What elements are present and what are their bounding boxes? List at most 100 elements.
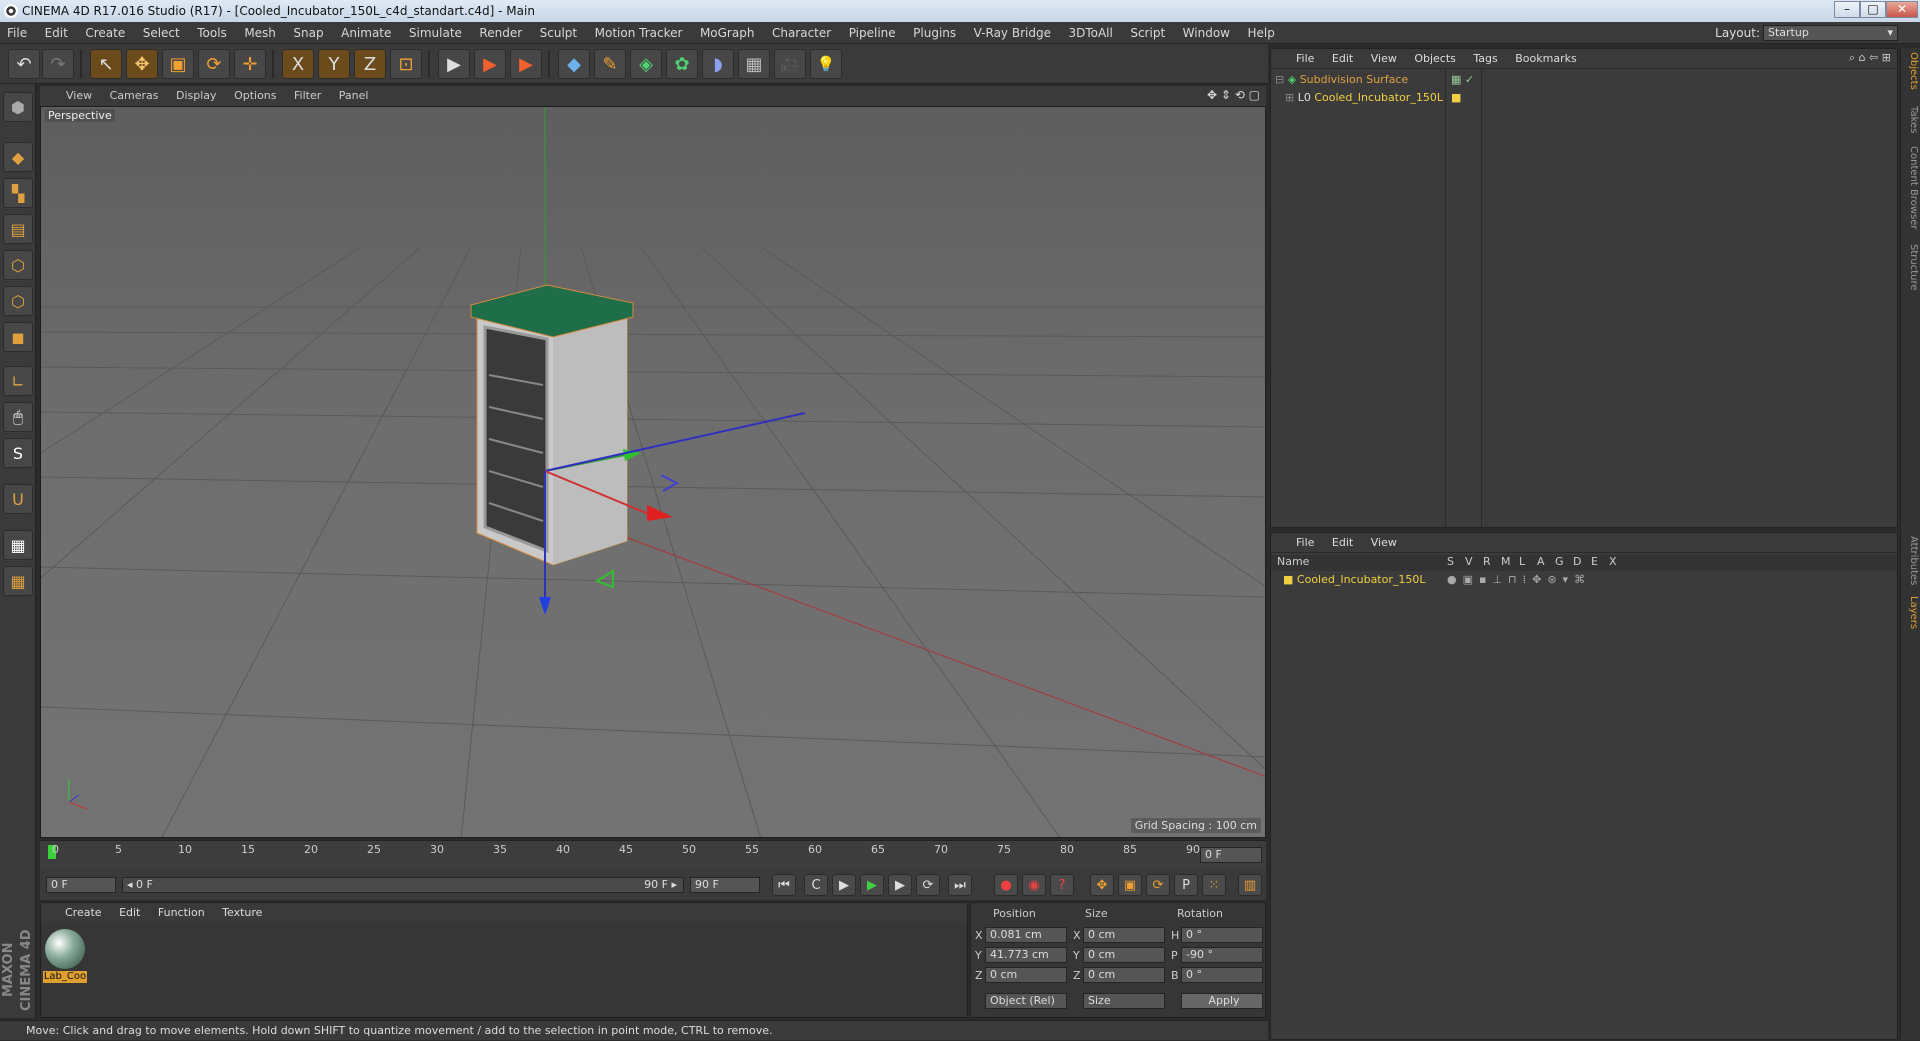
layer-col-v[interactable]: V (1465, 555, 1473, 568)
tweak-mode-icon[interactable]: 🖱 (3, 402, 33, 432)
light-button[interactable]: 💡 (810, 49, 842, 79)
menu-plugins[interactable]: Plugins (906, 22, 963, 44)
rotation-h-field[interactable]: 0 ° (1181, 927, 1263, 943)
x-axis-lock-button[interactable]: X (282, 49, 314, 79)
menu-help[interactable]: Help (1240, 22, 1281, 44)
record-active-objects-icon[interactable]: ● (994, 874, 1018, 896)
keyframe-selection-icon[interactable]: ? (1050, 874, 1074, 896)
layer-row[interactable]: ■ Cooled_Incubator_150L ●▣▪⊥⊓⁞✥⊛▾⌘ (1283, 573, 1893, 589)
layer-col-x[interactable]: X (1609, 555, 1617, 568)
viewport-navigation-icons[interactable]: ✥ ⇕ ⟲ ▢ (1207, 88, 1260, 102)
material-swatch[interactable]: Lab_Coo (43, 927, 87, 983)
object-row[interactable]: ⊞ L0 Cooled_Incubator_150L ■ (1285, 91, 1885, 107)
menu-script[interactable]: Script (1123, 22, 1172, 44)
cube-primitive-button[interactable]: ◆ (558, 49, 590, 79)
coordinate-system-button[interactable]: ⊡ (390, 49, 422, 79)
lm-menu-edit[interactable]: Edit (1325, 533, 1360, 553)
position-z-field[interactable]: 0 cm (985, 967, 1067, 983)
points-mode-icon[interactable]: ⬡ (3, 250, 33, 280)
om-menu-view[interactable]: View (1364, 49, 1404, 69)
viewport-camera-label[interactable]: Perspective (45, 109, 115, 122)
layer-col-m[interactable]: M (1501, 555, 1511, 568)
layer-color-icon[interactable]: ■ (1451, 91, 1461, 104)
expand-icon[interactable]: ⊞ (1285, 91, 1294, 104)
layout-dropdown[interactable]: Startup ▾ (1763, 25, 1898, 41)
menu-character[interactable]: Character (765, 22, 838, 44)
menu-file[interactable]: File (0, 22, 34, 44)
layer-col-l[interactable]: L (1519, 555, 1525, 568)
tab-takes[interactable]: Takes (1903, 106, 1919, 133)
viewport-menu-options[interactable]: Options (227, 86, 283, 106)
model-mode-icon[interactable]: ◆ (3, 142, 33, 172)
next-frame-button[interactable]: ▶ (888, 874, 912, 896)
menu-vray-bridge[interactable]: V-Ray Bridge (967, 22, 1058, 44)
go-to-start-button[interactable]: ⏮ (772, 874, 796, 896)
layer-col-d[interactable]: D (1573, 555, 1581, 568)
layer-col-e[interactable]: E (1591, 555, 1598, 568)
edges-mode-icon[interactable]: ⬡ (3, 286, 33, 316)
size-x-field[interactable]: 0 cm (1083, 927, 1165, 943)
magnet-icon[interactable]: U (3, 484, 33, 514)
camera-button[interactable]: 🎥 (774, 49, 806, 79)
scale-tool-button[interactable]: ▣ (162, 49, 194, 79)
menu-3dtoall[interactable]: 3DToAll (1061, 22, 1119, 44)
array-button[interactable]: ✿ (666, 49, 698, 79)
om-menu-edit[interactable]: Edit (1325, 49, 1360, 69)
viewport-menu-display[interactable]: Display (169, 86, 224, 106)
z-axis-lock-button[interactable]: Z (354, 49, 386, 79)
menu-mograph[interactable]: MoGraph (693, 22, 762, 44)
layer-col-r[interactable]: R (1483, 555, 1491, 568)
layer-col-g[interactable]: G (1555, 555, 1564, 568)
deformer-button[interactable]: ◗ (702, 49, 734, 79)
menu-mesh[interactable]: Mesh (237, 22, 283, 44)
gizmo-plane-handle[interactable] (594, 569, 614, 589)
go-to-end-button[interactable]: ⏭ (948, 874, 972, 896)
object-row[interactable]: ⊟ ◈ Subdivision Surface ▦ ✓ (1275, 73, 1875, 89)
start-frame-field[interactable]: 0 F (46, 877, 116, 893)
menu-sculpt[interactable]: Sculpt (533, 22, 584, 44)
menu-render[interactable]: Render (472, 22, 529, 44)
lm-menu-view[interactable]: View (1364, 533, 1404, 553)
menu-window[interactable]: Window (1176, 22, 1237, 44)
expand-icon[interactable]: ⊟ (1275, 73, 1284, 86)
layer-col-s[interactable]: S (1447, 555, 1454, 568)
apply-button[interactable]: Apply (1181, 993, 1263, 1009)
current-frame-field[interactable]: 0 F (1200, 847, 1262, 863)
make-editable-icon[interactable]: ⬢ (3, 92, 33, 122)
lm-menu-file[interactable]: File (1289, 533, 1321, 553)
menu-select[interactable]: Select (136, 22, 187, 44)
next-keyframe-button[interactable]: ⟳ (916, 874, 940, 896)
live-selection-button[interactable]: ✛ (234, 49, 266, 79)
menu-edit[interactable]: Edit (38, 22, 75, 44)
play-backwards-button[interactable]: ◀ (832, 874, 856, 896)
close-button[interactable]: ✕ (1886, 1, 1918, 18)
render-settings-button[interactable]: ▶ (510, 49, 542, 79)
menu-animate[interactable]: Animate (334, 22, 398, 44)
menu-motion-tracker[interactable]: Motion Tracker (588, 22, 690, 44)
snap-icon[interactable]: S (3, 438, 33, 468)
pen-spline-button[interactable]: ✎ (594, 49, 626, 79)
texture-mode-icon[interactable]: ▚ (3, 178, 33, 208)
preview-range-slider[interactable]: ◂ 0 F 90 F ▸ (122, 877, 684, 893)
timeline-ruler[interactable]: 0 5 10 15 20 25 30 35 40 45 50 55 60 65 … (40, 840, 1266, 870)
perspective-viewport[interactable]: Perspective Grid Spacing : 100 cm (40, 106, 1266, 838)
end-frame-field[interactable]: 90 F (690, 877, 760, 893)
layer-toggle-icons[interactable]: ●▣▪⊥⊓⁞✥⊛▾⌘ (1447, 573, 1591, 586)
viewport-menu-filter[interactable]: Filter (287, 86, 328, 106)
menu-snap[interactable]: Snap (286, 22, 330, 44)
record-parameter-icon[interactable]: P (1174, 874, 1198, 896)
position-x-field[interactable]: 0.081 cm (985, 927, 1067, 943)
y-axis-lock-button[interactable]: Y (318, 49, 350, 79)
record-scale-icon[interactable]: ▣ (1118, 874, 1142, 896)
planar-workplane-icon[interactable]: ▦ (3, 566, 33, 596)
render-view-button[interactable]: ▶ (438, 49, 470, 79)
menu-pipeline[interactable]: Pipeline (842, 22, 903, 44)
position-y-field[interactable]: 41.773 cm (985, 947, 1067, 963)
timeline-window-icon[interactable]: ▥ (1238, 874, 1262, 896)
search-icon[interactable]: ⌕ ⌂ ⇦ ⊞ (1849, 51, 1891, 65)
viewport-menu-cameras[interactable]: Cameras (103, 86, 166, 106)
previous-keyframe-button[interactable]: C (804, 874, 828, 896)
record-position-icon[interactable]: ✥ (1090, 874, 1114, 896)
layer-col-name[interactable]: Name (1277, 555, 1309, 568)
om-menu-bookmarks[interactable]: Bookmarks (1508, 49, 1583, 69)
